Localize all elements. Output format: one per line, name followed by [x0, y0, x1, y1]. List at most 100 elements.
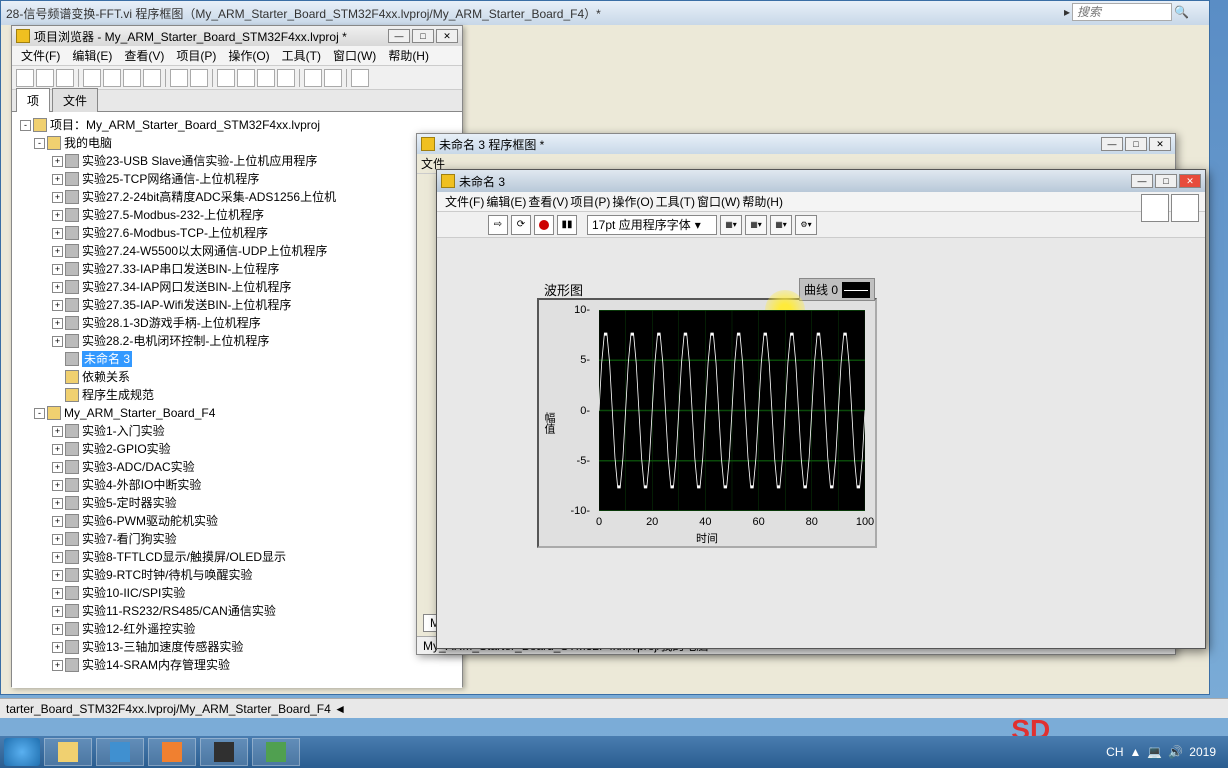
task-labview[interactable]	[200, 738, 248, 766]
filter-icon[interactable]	[351, 69, 369, 87]
tree-item[interactable]: +实验11-RS232/RS485/CAN通信实验	[16, 602, 458, 620]
expand-icon[interactable]: +	[52, 606, 63, 617]
tab-files[interactable]: 文件	[52, 88, 98, 112]
expand-icon[interactable]: +	[52, 570, 63, 581]
expand-icon[interactable]: +	[52, 246, 63, 257]
waveform-graph[interactable]: 波形图 曲线 0 ↖ 幅值 10-5-0--5--10- 02040608010…	[537, 298, 877, 548]
menu-item[interactable]: 帮助(H)	[383, 45, 434, 66]
expand-icon[interactable]: +	[52, 336, 63, 347]
browser-title-bar[interactable]: 项目浏览器 - My_ARM_Starter_Board_STM32F4xx.l…	[12, 26, 462, 46]
run-continuous-button[interactable]: ⟳	[511, 215, 531, 235]
ime-indicator[interactable]: CH	[1106, 745, 1123, 759]
open-icon[interactable]	[16, 69, 34, 87]
expand-icon[interactable]: +	[52, 282, 63, 293]
tree-item[interactable]: -我的电脑	[16, 134, 458, 152]
menu-item[interactable]: 项目(P)	[171, 45, 221, 66]
save-all-icon[interactable]	[56, 69, 74, 87]
maximize-button[interactable]: □	[1155, 174, 1177, 188]
minimize-button[interactable]: —	[1131, 174, 1153, 188]
maximize-button[interactable]: □	[1125, 137, 1147, 151]
font-selector[interactable]: 17pt 应用程序字体 ▾	[587, 215, 717, 235]
task-explorer[interactable]	[44, 738, 92, 766]
expand-icon[interactable]: +	[52, 552, 63, 563]
expand-icon[interactable]: +	[52, 534, 63, 545]
menu-item[interactable]: 工具(T)	[277, 45, 326, 66]
volume-icon[interactable]: 🔊	[1168, 745, 1183, 759]
minimize-button[interactable]: —	[1101, 137, 1123, 151]
tree-item[interactable]: 程序生成规范	[16, 386, 458, 404]
abort-button[interactable]	[534, 215, 554, 235]
close-button[interactable]: ✕	[436, 29, 458, 43]
tree-item[interactable]: +实验13-三轴加速度传感器实验	[16, 638, 458, 656]
align-menu[interactable]: ▦▾	[720, 215, 742, 235]
fp-title-bar[interactable]: 未命名 3 — □ ✕	[437, 170, 1205, 192]
menu-item[interactable]: 查看(V)	[119, 45, 169, 66]
tool-icon[interactable]	[237, 69, 255, 87]
expand-icon[interactable]: -	[20, 120, 31, 131]
reorder-menu[interactable]: ⚙▾	[795, 215, 817, 235]
tree-item[interactable]: +实验3-ADC/DAC实验	[16, 458, 458, 476]
run-button[interactable]: ⇨	[488, 215, 508, 235]
menu-item[interactable]: 窗口(W)	[697, 193, 740, 210]
tree-item[interactable]: +实验27.24-W5500以太网通信-UDP上位机程序	[16, 242, 458, 260]
copy-icon[interactable]	[103, 69, 121, 87]
expand-icon[interactable]: +	[52, 192, 63, 203]
vi-icon[interactable]	[1171, 194, 1199, 222]
tool-icon[interactable]	[324, 69, 342, 87]
menu-item[interactable]: 编辑(E)	[486, 193, 526, 210]
tree-item[interactable]: +实验14-SRAM内存管理实验	[16, 656, 458, 674]
menu-item[interactable]: 项目(P)	[570, 193, 610, 210]
menu-item[interactable]: 操作(O)	[612, 193, 653, 210]
expand-icon[interactable]: +	[52, 642, 63, 653]
expand-icon[interactable]: -	[34, 408, 45, 419]
menu-item[interactable]: 文件(F)	[16, 45, 65, 66]
start-button[interactable]	[4, 738, 40, 766]
expand-icon[interactable]: +	[52, 624, 63, 635]
tray-icon[interactable]: ▲	[1130, 745, 1142, 759]
save-icon[interactable]	[36, 69, 54, 87]
tool-icon[interactable]	[170, 69, 188, 87]
tree-item[interactable]: +实验25-TCP网络通信-上位机程序	[16, 170, 458, 188]
menu-item[interactable]: 操作(O)	[223, 45, 274, 66]
bd-title-bar[interactable]: 未命名 3 程序框图 * — □ ✕	[417, 134, 1175, 154]
connector-icon[interactable]	[1141, 194, 1169, 222]
expand-icon[interactable]: +	[52, 480, 63, 491]
tree-item[interactable]: +实验27.35-IAP-Wifi发送BIN-上位机程序	[16, 296, 458, 314]
tree-item[interactable]: +实验27.33-IAP串口发送BIN-上位程序	[16, 260, 458, 278]
cut-icon[interactable]	[83, 69, 101, 87]
tree-item[interactable]: +实验10-IIC/SPI实验	[16, 584, 458, 602]
tree-item[interactable]: +实验12-红外遥控实验	[16, 620, 458, 638]
expand-icon[interactable]: +	[52, 264, 63, 275]
paste-icon[interactable]	[123, 69, 141, 87]
expand-icon[interactable]: +	[52, 174, 63, 185]
expand-icon[interactable]: +	[52, 660, 63, 671]
project-tree[interactable]: -项目：My_ARM_Starter_Board_STM32F4xx.lvpro…	[12, 112, 462, 688]
chart-legend[interactable]: 曲线 0	[799, 278, 875, 301]
tree-item[interactable]: 未命名 3	[16, 350, 458, 368]
delete-icon[interactable]	[143, 69, 161, 87]
tree-item[interactable]: +实验4-外部IO中断实验	[16, 476, 458, 494]
distribute-menu[interactable]: ▦▾	[745, 215, 767, 235]
tree-item[interactable]: +实验1-入门实验	[16, 422, 458, 440]
expand-icon[interactable]: +	[52, 426, 63, 437]
expand-icon[interactable]: +	[52, 228, 63, 239]
close-button[interactable]: ✕	[1149, 137, 1171, 151]
tree-item[interactable]: +实验27.5-Modbus-232-上位机程序	[16, 206, 458, 224]
fp-canvas[interactable]: 波形图 曲线 0 ↖ 幅值 10-5-0--5--10- 02040608010…	[437, 238, 1205, 628]
search-input[interactable]	[1072, 3, 1172, 21]
expand-icon[interactable]: +	[52, 156, 63, 167]
tree-item[interactable]: +实验27.6-Modbus-TCP-上位机程序	[16, 224, 458, 242]
task-app[interactable]	[252, 738, 300, 766]
expand-icon[interactable]: +	[52, 318, 63, 329]
tab-items[interactable]: 项	[16, 88, 50, 112]
taskbar[interactable]: CH ▲ 💻 🔊 2019	[0, 736, 1228, 768]
tree-item[interactable]: -My_ARM_Starter_Board_F4	[16, 404, 458, 422]
expand-icon[interactable]: +	[52, 588, 63, 599]
menu-item[interactable]: 编辑(E)	[67, 45, 117, 66]
tool-icon[interactable]	[217, 69, 235, 87]
clock[interactable]: 2019	[1189, 745, 1216, 759]
expand-icon[interactable]: +	[52, 210, 63, 221]
expand-icon[interactable]: +	[52, 444, 63, 455]
tree-item[interactable]: +实验23-USB Slave通信实验-上位机应用程序	[16, 152, 458, 170]
warning-icon[interactable]	[277, 69, 295, 87]
